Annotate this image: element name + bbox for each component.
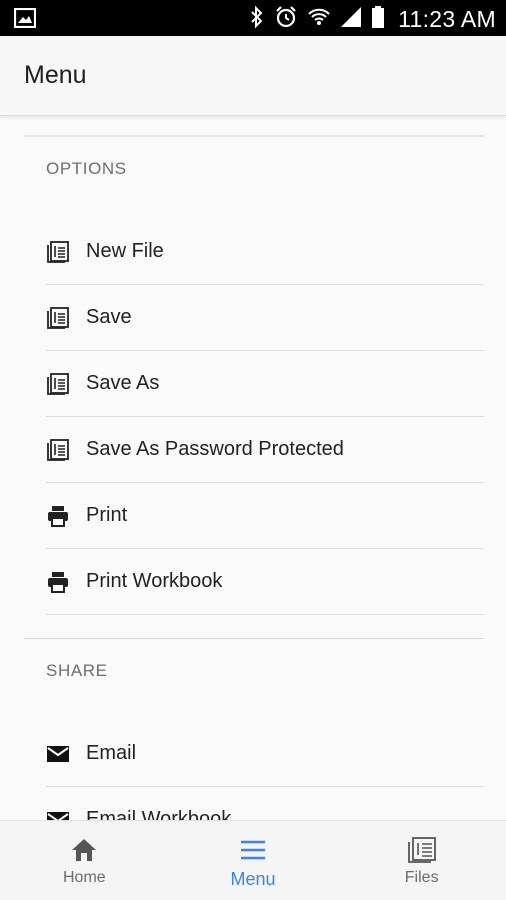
gallery-notification-icon xyxy=(13,7,37,33)
menu-item-label: Save As Password Protected xyxy=(86,438,344,460)
book-icon xyxy=(46,306,70,330)
nav-tab-files[interactable]: Files xyxy=(337,821,506,900)
menu-item-print-workbook[interactable]: Print Workbook xyxy=(46,549,484,615)
alarm-icon xyxy=(274,5,298,34)
menu-item-email-workbook[interactable]: Email Workbook xyxy=(46,787,484,820)
menu-content[interactable]: OPTIONS New File Save Save As Save As Pa… xyxy=(0,117,506,820)
battery-icon xyxy=(371,5,385,34)
printer-icon xyxy=(46,504,70,528)
section-header-options: OPTIONS xyxy=(46,159,127,178)
app-bar: Menu xyxy=(0,36,506,116)
nav-tab-home[interactable]: Home xyxy=(0,821,169,900)
nav-label-menu: Menu xyxy=(230,869,276,889)
nav-tab-menu[interactable]: Menu xyxy=(169,821,338,900)
bluetooth-icon xyxy=(249,5,265,34)
home-icon xyxy=(70,835,98,865)
printer-icon xyxy=(46,570,70,594)
top-divider xyxy=(24,135,484,137)
menu-item-label: New File xyxy=(86,240,164,262)
nav-label-home: Home xyxy=(62,869,106,886)
menu-item-label: Print Workbook xyxy=(86,570,223,592)
menu-item-save[interactable]: Save xyxy=(46,285,484,351)
menu-item-print[interactable]: Print xyxy=(46,483,484,549)
wifi-icon xyxy=(307,5,331,34)
menu-item-new-file[interactable]: New File xyxy=(46,219,484,285)
menu-item-save-as-password-protected[interactable]: Save As Password Protected xyxy=(46,417,484,483)
signal-icon xyxy=(340,5,362,34)
menu-item-label: Email xyxy=(86,742,137,764)
menu-item-label: Email Workbook xyxy=(86,808,232,820)
section-header-share: SHARE xyxy=(46,661,108,680)
section-divider xyxy=(24,638,484,639)
page-title: Menu xyxy=(24,61,87,89)
mail-icon xyxy=(46,808,70,820)
menu-item-save-as[interactable]: Save As xyxy=(46,351,484,417)
status-icons: 11:23 AM xyxy=(249,5,496,34)
status-bar: 11:23 AM xyxy=(0,0,506,36)
menu-item-label: Save xyxy=(86,306,132,328)
status-time: 11:23 AM xyxy=(398,6,496,32)
menu-item-email[interactable]: Email xyxy=(46,721,484,787)
book-icon xyxy=(407,835,437,865)
menu-item-label: Print xyxy=(86,504,128,526)
nav-label-files: Files xyxy=(404,869,439,886)
menu-icon xyxy=(239,835,267,865)
book-icon xyxy=(46,438,70,462)
mail-icon xyxy=(46,742,70,766)
book-icon xyxy=(46,372,70,396)
bottom-navigation: Home Menu Files xyxy=(0,820,506,900)
menu-item-label: Save As xyxy=(86,372,160,394)
book-icon xyxy=(46,240,70,264)
